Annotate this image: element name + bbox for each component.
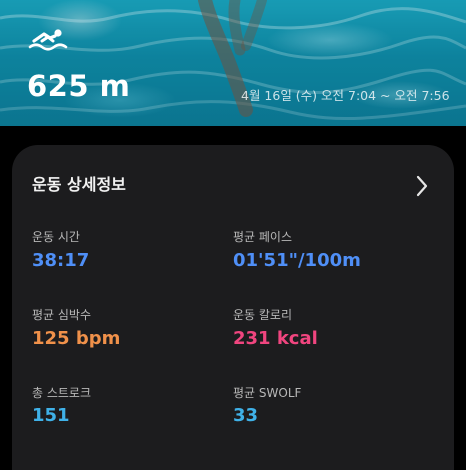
session-time-range: 4월 16일 (수) 오전 7:04 ~ 오전 7:56 <box>241 88 450 103</box>
metric-value-exercise-time: 38:17 <box>32 250 90 271</box>
total-distance: 625 m <box>27 69 131 103</box>
swimmer-icon <box>28 29 68 51</box>
metric-label-exercise-time: 운동 시간 <box>32 230 80 244</box>
metric-value-avg-swolf: 33 <box>233 405 259 426</box>
metric-value-total-strokes: 151 <box>32 405 70 426</box>
metric-label-avg-swolf: 평균 SWOLF <box>233 386 302 400</box>
pool-water-image <box>0 0 466 126</box>
metric-value-avg-pace: 01'51"/100m <box>233 250 361 271</box>
metric-label-total-strokes: 총 스트로크 <box>32 386 92 400</box>
metric-label-avg-heart-rate: 평균 심박수 <box>32 308 92 322</box>
metric-value-calories: 231 kcal <box>233 328 318 349</box>
card-title: 운동 상세정보 <box>32 175 126 194</box>
metric-value-avg-heart-rate: 125 bpm <box>32 328 121 349</box>
workout-details-card[interactable]: 운동 상세정보 운동 시간 38:17 평균 페이스 01'51"/100m 평… <box>12 145 454 470</box>
metric-label-calories: 운동 칼로리 <box>233 308 293 322</box>
hero-banner: 625 m 4월 16일 (수) 오전 7:04 ~ 오전 7:56 <box>0 0 466 126</box>
chevron-right-icon[interactable] <box>415 175 429 197</box>
metric-label-avg-pace: 평균 페이스 <box>233 230 293 244</box>
